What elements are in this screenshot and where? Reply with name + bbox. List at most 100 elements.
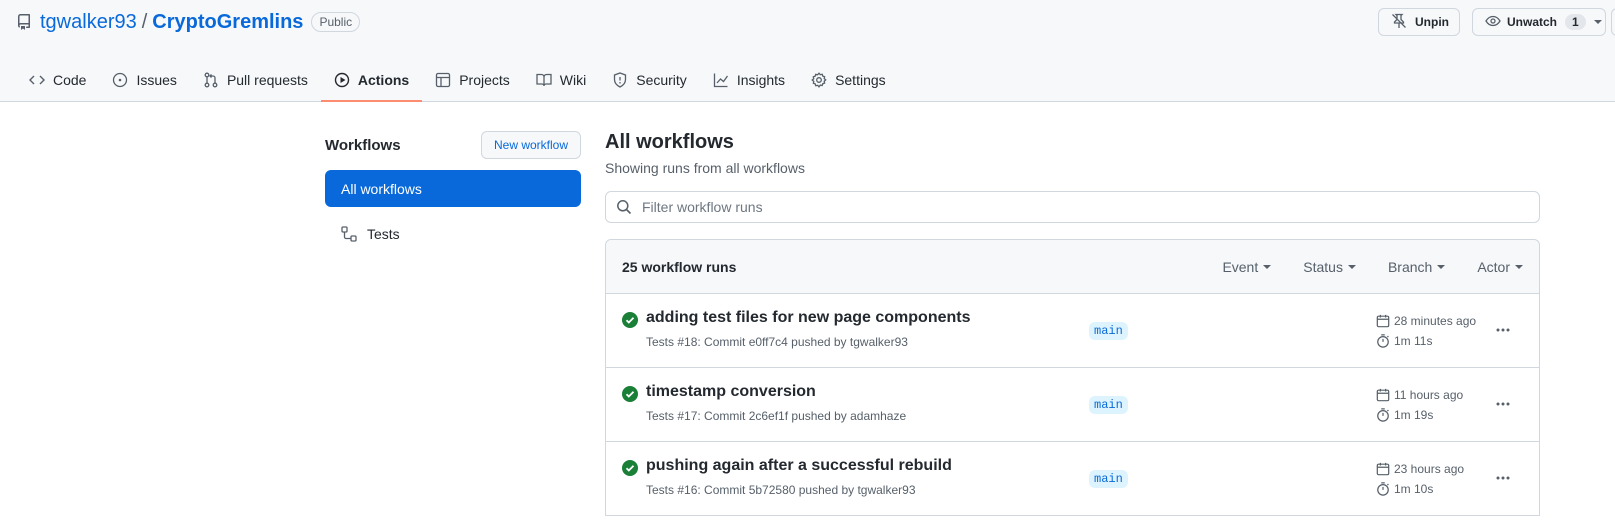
stopwatch-icon (1377, 408, 1389, 422)
filter-label: Actor (1477, 258, 1510, 275)
run-timestamp: 23 hours ago (1376, 462, 1464, 476)
table-icon (436, 72, 451, 88)
book-icon (536, 73, 552, 87)
kebab-horizontal-icon[interactable] (1492, 468, 1514, 488)
run-time-text: 23 hours ago (1394, 462, 1465, 476)
run-timestamp: 28 minutes ago (1376, 314, 1476, 328)
repo-header: tgwalker93 / CryptoGremlins Public Unpin… (0, 0, 1615, 102)
run-meta: Tests #18: Commit e0ff7c4 pushed by tgwa… (646, 335, 908, 349)
tab-projects[interactable]: Projects (422, 58, 523, 102)
run-title-link[interactable]: timestamp conversion (646, 383, 816, 401)
graph-icon (713, 73, 728, 88)
check-circle-fill-icon (622, 312, 638, 328)
workflow-run-row[interactable]: timestamp conversion Tests #17: Commit 2… (606, 368, 1539, 442)
tab-code[interactable]: Code (16, 58, 99, 102)
caret-down-icon (1263, 264, 1272, 269)
check-circle-fill-icon (622, 460, 638, 476)
sidebar-title: Workflows (325, 136, 401, 154)
star-button-edge[interactable] (1611, 8, 1615, 36)
sidebar-item-all-workflows[interactable]: All workflows (325, 170, 581, 207)
run-timestamp: 11 hours ago (1376, 388, 1463, 402)
filter-runs-field[interactable] (605, 191, 1540, 223)
filter-runs-input[interactable] (642, 199, 1522, 215)
unwatch-label: Unwatch (1507, 15, 1558, 29)
tab-insights[interactable]: Insights (700, 58, 798, 102)
new-workflow-button[interactable]: New workflow (480, 131, 581, 159)
kebab-horizontal-icon[interactable] (1492, 320, 1514, 340)
pin-slash-icon (1391, 13, 1415, 32)
branch-label[interactable]: main (1089, 322, 1128, 340)
repo-path-separator: / (141, 10, 148, 33)
tab-label: Issues (136, 72, 177, 88)
tab-label: Wiki (559, 72, 587, 88)
run-meta: Tests #17: Commit 2c6ef1f pushed by adam… (646, 409, 907, 423)
run-duration: 1m 11s (1376, 334, 1432, 348)
tab-security[interactable]: Security (599, 58, 700, 102)
run-duration-text: 1m 11s (1394, 334, 1433, 348)
filter-label: Event (1222, 258, 1259, 275)
sidebar-item-tests[interactable]: Tests (325, 215, 581, 252)
tab-pull-requests[interactable]: Pull requests (190, 58, 321, 102)
status-filter-dropdown[interactable]: Status (1303, 259, 1356, 275)
chevron-down-icon (1593, 20, 1602, 24)
stopwatch-icon (1377, 334, 1389, 348)
run-duration: 1m 10s (1376, 482, 1433, 496)
tab-label: Insights (736, 72, 786, 88)
run-title-link[interactable]: pushing again after a successful rebuild (646, 457, 952, 475)
branch-label[interactable]: main (1089, 470, 1128, 488)
branch-filter-dropdown[interactable]: Branch (1387, 258, 1446, 275)
tab-label: Actions (357, 72, 410, 88)
sidebar-header: Workflows New workflow (325, 128, 581, 162)
unpin-button[interactable]: Unpin (1378, 8, 1460, 36)
repo-owner-link[interactable]: tgwalker93 (40, 11, 137, 34)
shield-icon (614, 72, 627, 88)
caret-down-icon (1347, 264, 1356, 269)
run-duration-text: 1m 19s (1394, 408, 1434, 422)
visibility-badge: Public (311, 12, 361, 32)
event-filter-dropdown[interactable]: Event (1222, 258, 1272, 275)
kebab-horizontal-icon[interactable] (1492, 394, 1514, 414)
eye-icon (1485, 13, 1507, 32)
page-title: All workflows (605, 131, 734, 153)
tab-wiki[interactable]: Wiki (523, 58, 599, 102)
repo-nav-tabs: Code Issues Pull requests Actions Projec… (16, 58, 899, 102)
actor-filter-dropdown[interactable]: Actor (1477, 259, 1523, 275)
tab-label: Code (53, 72, 87, 88)
workflow-runs-list: 25 workflow runs Event Status Branch Act… (605, 239, 1540, 516)
watch-count: 1 (1565, 14, 1586, 30)
repo-icon (16, 14, 32, 30)
page-subtitle: Showing runs from all workflows (605, 160, 805, 176)
tab-label: Security (636, 72, 687, 88)
runs-count: 25 workflow runs (622, 258, 737, 275)
sidebar-item-label: All workflows (341, 180, 422, 197)
filter-label: Branch (1387, 258, 1433, 275)
calendar-icon (1376, 462, 1390, 476)
run-duration-text: 1m 10s (1394, 482, 1434, 496)
unwatch-button[interactable]: Unwatch 1 (1472, 8, 1606, 36)
caret-down-icon (1437, 264, 1446, 269)
sidebar-item-label: Tests (367, 225, 400, 242)
run-time-text: 11 hours ago (1394, 388, 1464, 402)
workflow-run-row[interactable]: pushing again after a successful rebuild… (606, 442, 1539, 516)
check-circle-fill-icon (622, 386, 638, 402)
branch-label[interactable]: main (1089, 396, 1128, 414)
workflow-run-row[interactable]: adding test files for new page component… (606, 294, 1539, 368)
run-title-link[interactable]: adding test files for new page component… (646, 309, 970, 327)
gear-icon (811, 72, 827, 88)
tab-actions[interactable]: Actions (320, 58, 423, 102)
repo-name-link[interactable]: CryptoGremlins (152, 11, 303, 34)
run-meta: Tests #16: Commit 5b72580 pushed by tgwa… (646, 483, 916, 497)
stopwatch-icon (1377, 482, 1389, 496)
play-icon (334, 72, 350, 88)
run-duration: 1m 19s (1376, 408, 1433, 422)
calendar-icon (1376, 388, 1390, 402)
workflows-sidebar: Workflows New workflow All workflows Tes… (325, 128, 581, 252)
run-time-text: 28 minutes ago (1394, 314, 1477, 328)
code-icon (29, 75, 45, 85)
tab-settings[interactable]: Settings (798, 58, 899, 102)
repo-title-row: tgwalker93 / CryptoGremlins Public (16, 10, 361, 34)
tab-label: Settings (835, 72, 886, 88)
issue-opened-icon (113, 72, 128, 88)
runs-list-header: 25 workflow runs Event Status Branch Act… (606, 240, 1539, 294)
tab-issues[interactable]: Issues (99, 58, 189, 102)
